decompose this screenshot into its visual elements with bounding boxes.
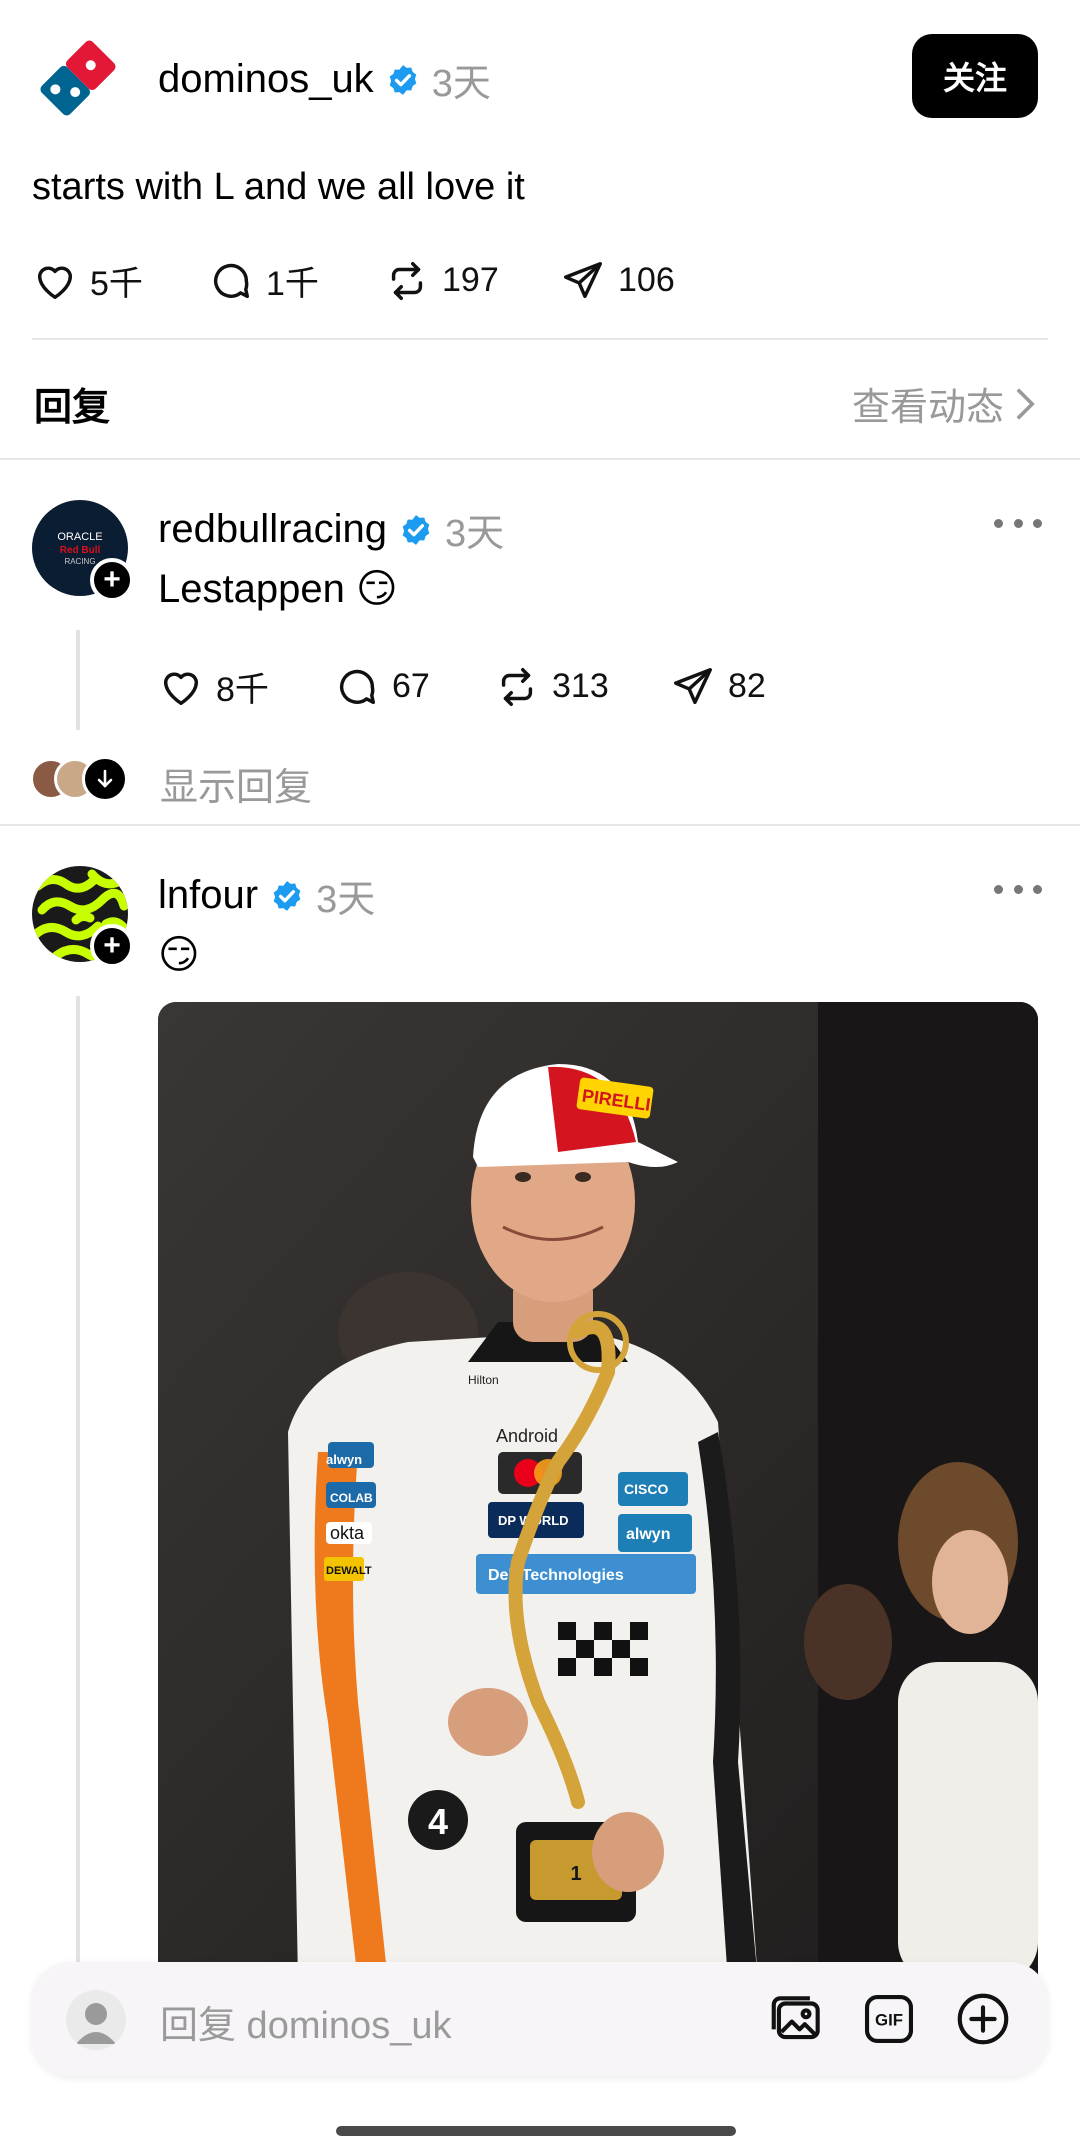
send-icon: [564, 261, 602, 298]
svg-text:GIF: GIF: [875, 2010, 903, 2029]
dominos-logo[interactable]: [34, 34, 122, 122]
cisco-logo: CISCO: [624, 1481, 668, 1497]
show-replies-link[interactable]: 显示回复: [160, 756, 312, 811]
like-count: 8千: [216, 671, 269, 709]
reply-input[interactable]: 回复 dominos_uk: [160, 1994, 451, 2049]
reply-text: 😏: [158, 933, 200, 977]
repost-count: 197: [442, 261, 499, 299]
user-avatar: [66, 1990, 126, 2050]
avatar-text-oracle: ORACLE: [57, 531, 102, 543]
verified-icon: [273, 880, 301, 911]
share-count: 82: [728, 667, 766, 705]
trophy-plaque: 1: [570, 1863, 581, 1885]
heart-icon: [37, 266, 73, 299]
comment-count: 1千: [266, 265, 319, 303]
follow-plus-button[interactable]: +: [90, 924, 134, 968]
verified-icon: [389, 64, 417, 95]
gif-icon[interactable]: GIF: [858, 1988, 920, 2050]
comment-count: 67: [392, 667, 430, 705]
comment-button[interactable]: 67: [334, 664, 494, 710]
more-options-icon[interactable]: [994, 882, 1042, 896]
post-time: 3天: [431, 63, 491, 105]
like-count: 5千: [90, 265, 143, 303]
avatar-text-redbull: Red Bull: [60, 545, 101, 556]
post-author-name[interactable]: dominos_uk: [158, 57, 374, 102]
alwyn-side-logo: alwyn: [326, 1452, 362, 1467]
like-button[interactable]: 5千: [32, 256, 208, 305]
plus-icon: +: [103, 929, 121, 962]
home-indicator[interactable]: [336, 2126, 736, 2136]
alwyn-logo: alwyn: [626, 1526, 670, 1543]
thread-line: [76, 996, 80, 1986]
like-button[interactable]: 8千: [158, 662, 334, 711]
repost-count: 313: [552, 667, 609, 705]
podium-photo-illustration: okta DEWALT DP WORLD CISCO alwyn Dell Te…: [158, 1002, 1038, 1982]
follow-button[interactable]: 关注: [912, 34, 1038, 118]
reply-author-name[interactable]: redbullracing: [158, 507, 387, 552]
heart-icon: [163, 672, 199, 705]
repost-icon: [501, 667, 533, 706]
repost-button[interactable]: 197: [384, 258, 560, 304]
arrow-down-icon: [82, 756, 128, 802]
share-button[interactable]: 106: [560, 258, 736, 304]
person-icon: [76, 2003, 116, 2044]
send-icon: [674, 667, 712, 704]
avatar-text-racing: RACING: [64, 557, 95, 566]
colab-logo: COLAB: [330, 1491, 373, 1505]
reply-avatars-stack[interactable]: [30, 756, 130, 802]
chevron-right-icon: [1016, 387, 1035, 420]
verified-icon: [402, 514, 430, 545]
dell-logo: Dell Technologies: [488, 1567, 624, 1584]
post-stats: 5千 1千 197 106: [32, 256, 736, 305]
repost-button[interactable]: 313: [494, 664, 670, 710]
hilton-logo: Hilton: [468, 1373, 499, 1387]
plus-circle-icon[interactable]: [952, 1988, 1014, 2050]
view-activity-label: 查看动态: [851, 387, 1004, 429]
reply-author-row: lnfour 3天: [158, 868, 375, 923]
repost-icon: [391, 261, 423, 300]
replies-label: 回复: [34, 387, 111, 429]
reply-text: Lestappen 😏: [158, 567, 398, 611]
reply-time: 3天: [316, 879, 376, 921]
car-number: 4: [428, 1801, 448, 1842]
reply-stats: 8千 67 313 82: [158, 662, 830, 711]
comment-button[interactable]: 1千: [208, 256, 384, 305]
reply-author-row: redbullracing 3天: [158, 502, 504, 557]
comment-icon: [213, 263, 250, 298]
android-logo: Android: [496, 1426, 558, 1446]
divider: [32, 338, 1048, 340]
reply-author-name[interactable]: lnfour: [158, 873, 258, 918]
okta-logo: okta: [330, 1523, 365, 1543]
follow-plus-button[interactable]: +: [90, 558, 134, 602]
post-author-row: dominos_uk 3天: [158, 52, 491, 107]
section-divider: [0, 824, 1080, 826]
post-text: starts with L and we all love it: [32, 166, 525, 208]
share-count: 106: [618, 261, 675, 299]
plus-icon: +: [103, 563, 121, 596]
reply-composer[interactable]: 回复 dominos_uk GIF: [32, 1962, 1048, 2076]
reply-photo[interactable]: okta DEWALT DP WORLD CISCO alwyn Dell Te…: [158, 1002, 1038, 1982]
dewalt-logo: DEWALT: [326, 1565, 372, 1577]
reply-time: 3天: [445, 513, 505, 555]
share-button[interactable]: 82: [670, 664, 830, 710]
image-icon[interactable]: [766, 1988, 828, 2050]
thread-line: [76, 630, 80, 730]
section-divider: [0, 458, 1080, 460]
comment-icon: [339, 669, 376, 704]
view-activity-link[interactable]: 查看动态: [852, 376, 1036, 431]
more-options-icon[interactable]: [994, 516, 1042, 530]
